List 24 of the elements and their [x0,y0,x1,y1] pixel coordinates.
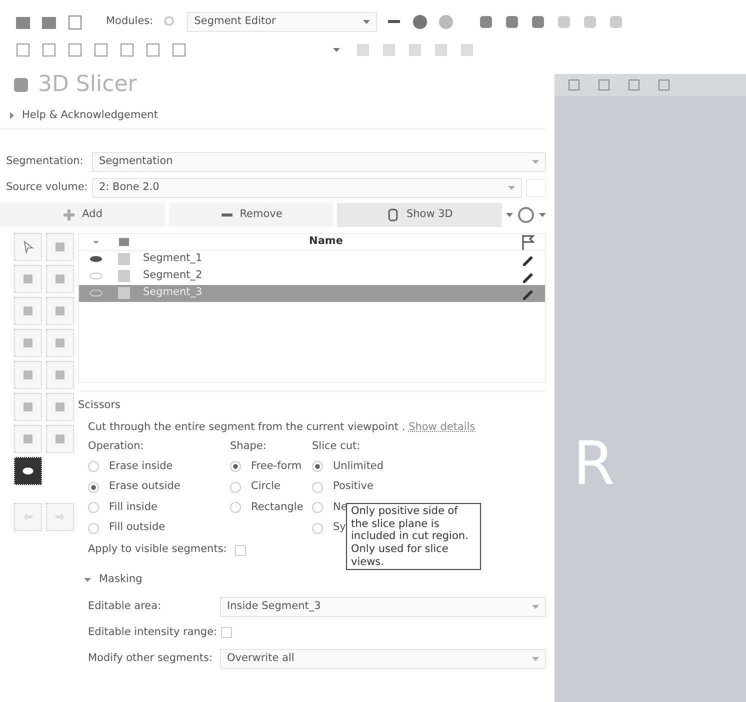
segment-name: Segment_1 [143,251,204,266]
effect-description: Cut through the entire segment from the current viewpoint . [88,420,406,432]
module-name: Segment Editor [194,14,276,30]
source-volume-label: Source volume: [6,180,88,195]
slice-cut-label: Slice cut: [312,439,362,454]
segment-name: Segment_3 [143,285,204,300]
editable-area-value: Inside Segment_3 [227,598,321,614]
modify-other-segments-label: Modify other segments: [88,650,214,666]
apply-visible-label: Apply to visible segments: [88,542,227,558]
modify-other-segments-value: Overwrite all [227,650,294,666]
intensity-range-label: Editable intensity range: [88,624,218,640]
segmentation-value: Segmentation [99,154,173,169]
app-title: 3D Slicer [38,74,137,96]
segment-name: Segment_2 [143,268,204,284]
help-label: Help & Acknowledgement [22,108,158,123]
shape-label: Shape: [230,439,268,454]
column-header: Name [308,234,344,249]
source-volume-value: 2: Bone 2.0 [99,180,160,195]
segmentation-label: Segmentation: [6,154,84,169]
tooltip: Only positive side of the slice plane is included in cut region. Only used for slice views. [346,503,481,570]
editable-area-label: Editable area: [88,598,162,614]
effect-title: Scissors [78,390,546,418]
operation-label: Operation: [88,439,145,454]
modules-label: Modules: [106,14,154,30]
